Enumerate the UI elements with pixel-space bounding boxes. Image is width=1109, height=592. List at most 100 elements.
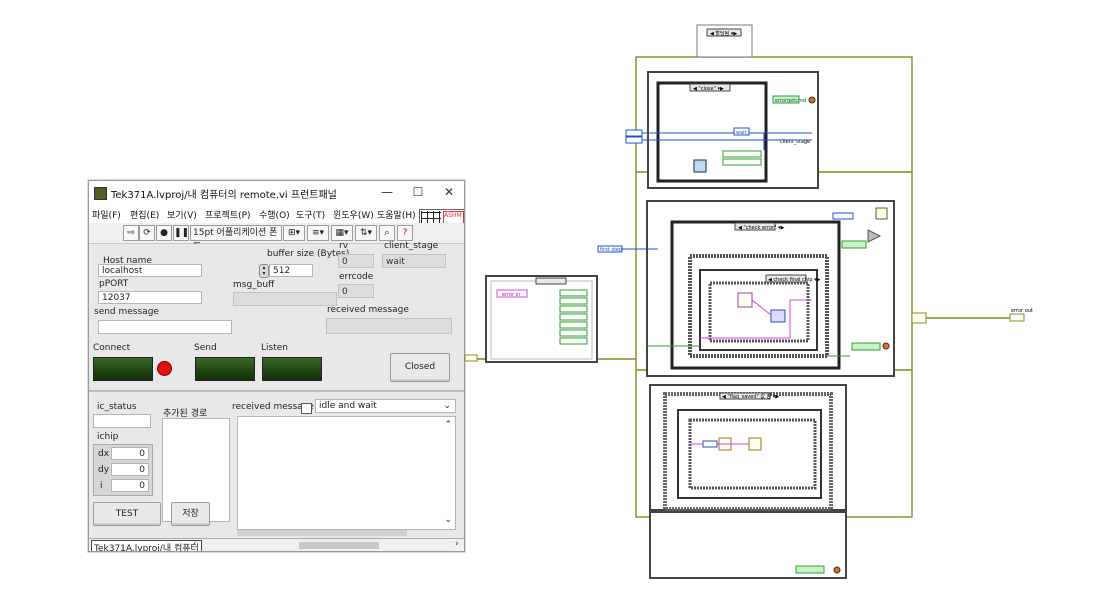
enum-constant[interactable] [832, 212, 854, 220]
connect-label: Connect [93, 343, 131, 353]
error-in-label: error in [502, 292, 520, 298]
front-panel-canvas: Host name localhost buffer size (Bytes) … [89, 241, 464, 538]
dx-input[interactable]: 0 [111, 447, 149, 460]
scroll-right-icon[interactable]: › [455, 539, 459, 549]
inner-loop-flag-saved[interactable] [688, 418, 817, 490]
errcode-indicator: 0 [338, 284, 374, 298]
flag-constant-3[interactable] [559, 313, 588, 321]
received-message-indicator [326, 318, 452, 334]
received-message-checkbox[interactable] [301, 403, 312, 414]
menu-operate[interactable]: 수행(O) [259, 208, 290, 221]
errorgetcmd-indicator-3[interactable] [795, 565, 825, 574]
menu-file[interactable]: 파일(F) [92, 208, 121, 221]
chevron-down-icon: ⌄ [443, 401, 451, 411]
font-selector[interactable]: 15pt 어플리케이션 폰트 ▾ [190, 225, 282, 252]
save-button[interactable]: 저장 [171, 502, 210, 526]
run-arrow-icon[interactable]: ⇨ [123, 225, 139, 241]
flag-connected-constant[interactable] [722, 150, 762, 158]
flag-constant-4[interactable] [559, 321, 588, 329]
maximize-button[interactable]: ☐ [407, 184, 429, 200]
close-case-label: ◀ "close" ▾▶ [693, 86, 724, 92]
flag-constant-0[interactable] [559, 289, 588, 297]
errorgetcmd-label: errorgetcmd [775, 98, 806, 104]
first-step-label: first step [600, 247, 622, 253]
client-stage-indicator: wait [382, 254, 446, 268]
errorgetcmd-indicator-2[interactable] [851, 342, 881, 351]
error-node-icon-3 [833, 566, 841, 574]
resize-objects-icon[interactable]: ▦▾ [331, 225, 353, 241]
numeric-increment-icon[interactable]: ▴ ▾ [259, 264, 269, 278]
check-button-icon[interactable] [875, 207, 888, 220]
state-dropdown[interactable]: idle and wait ⌄ [315, 399, 456, 413]
menu-tools[interactable]: 도구(T) [296, 208, 325, 221]
received-message-label: received message [327, 305, 409, 315]
search-icon[interactable]: ⌕ [379, 225, 395, 241]
ichip-cluster: dx 0 dy 0 i 0 [93, 444, 153, 496]
cluster-case-selector[interactable] [535, 277, 567, 285]
menu-project[interactable]: 프로젝트(P) [205, 208, 251, 221]
received-message-textarea[interactable]: ⌃ ⌄ [237, 416, 456, 530]
buffer-size-input[interactable]: 512 [269, 264, 313, 277]
pport-input[interactable]: 12037 [98, 291, 202, 304]
top-case-label: ◀ 할당됨 ▾▶ [710, 30, 737, 37]
msg-buff-indicator [233, 292, 337, 306]
menu-help[interactable]: 도움말(H) [377, 208, 416, 221]
subvi-icon-1[interactable] [737, 292, 753, 308]
i-input[interactable]: 0 [111, 479, 149, 492]
abort-icon[interactable]: ● [156, 225, 172, 241]
menu-window[interactable]: 윈도우(W) [333, 208, 374, 221]
ichip-label: ichip [97, 432, 119, 442]
client-stage-label: client_stage [384, 241, 439, 251]
listen-led [262, 357, 322, 381]
project-path[interactable]: Tek371A.lvproj/내 컴퓨터 [91, 540, 202, 551]
flag-constant-5[interactable] [559, 329, 588, 337]
flag-closed-constant[interactable] [722, 158, 762, 166]
error-node-icon-2 [882, 342, 890, 350]
error-out-terminal[interactable] [1009, 313, 1025, 322]
dy-input[interactable]: 0 [111, 463, 149, 476]
inner-case-close[interactable] [656, 81, 768, 183]
subvi-icon-2[interactable] [770, 309, 786, 323]
test-button[interactable]: TEST [93, 502, 161, 526]
align-objects-icon[interactable]: ⊞▾ [283, 225, 305, 241]
reorder-icon[interactable]: ⇅▾ [355, 225, 377, 241]
input-terminal-a[interactable] [625, 129, 643, 137]
scroll-up-icon[interactable]: ⌃ [444, 419, 452, 432]
flag-constant-6[interactable] [559, 337, 588, 345]
horizontal-scrollbar[interactable] [237, 530, 407, 536]
minimize-button[interactable]: — [376, 184, 398, 200]
merge-errors-icon[interactable] [911, 312, 927, 324]
input-terminal-b[interactable] [625, 136, 643, 144]
menu-view[interactable]: 보기(V) [167, 208, 197, 221]
error-in-control-terminal[interactable] [464, 354, 478, 362]
rv-indicator: 0 [338, 254, 374, 268]
pause-icon[interactable]: ❚❚ [173, 225, 189, 241]
ic-status-input[interactable] [93, 414, 151, 428]
path-constant[interactable] [702, 440, 718, 448]
flag-constant-2[interactable] [559, 305, 588, 313]
ic-status-label: ic_status [97, 402, 137, 412]
flag-constant-1[interactable] [559, 297, 588, 305]
help-icon[interactable]: ? [397, 225, 413, 241]
scroll-down-icon[interactable]: ⌄ [444, 514, 452, 527]
run-continuous-icon[interactable]: ⟳ [139, 225, 155, 241]
front-panel-window: Tek371A.lvproj/내 컴퓨터의 remote.vi 프런트패널 — … [88, 180, 465, 552]
status-scrollbar-thumb[interactable] [299, 542, 379, 549]
for-loop-inner[interactable] [708, 281, 810, 343]
error-node-icon [808, 96, 816, 104]
buffer-size-label: buffer size (Bytes) [267, 249, 350, 259]
window-title: Tek371A.lvproj/내 컴퓨터의 remote.vi 프런트패널 [111, 190, 337, 201]
send-message-input[interactable] [98, 320, 232, 334]
flag-constants-list [559, 289, 588, 345]
host-name-input[interactable]: localhost [98, 264, 202, 277]
bool-indicator[interactable] [841, 240, 867, 249]
title-bar[interactable]: Tek371A.lvproj/내 컴퓨터의 remote.vi 프런트패널 — … [89, 181, 464, 205]
file-close-icon[interactable] [748, 437, 762, 451]
pport-label: pPORT [99, 279, 129, 289]
scroll-left-icon[interactable]: ‹ [193, 539, 197, 549]
tcp-close-icon[interactable] [693, 159, 707, 173]
closed-button[interactable]: Closed [390, 353, 450, 382]
close-button[interactable]: ✕ [438, 184, 460, 200]
menu-edit[interactable]: 편집(E) [130, 208, 159, 221]
distribute-objects-icon[interactable]: ≡▾ [307, 225, 329, 241]
